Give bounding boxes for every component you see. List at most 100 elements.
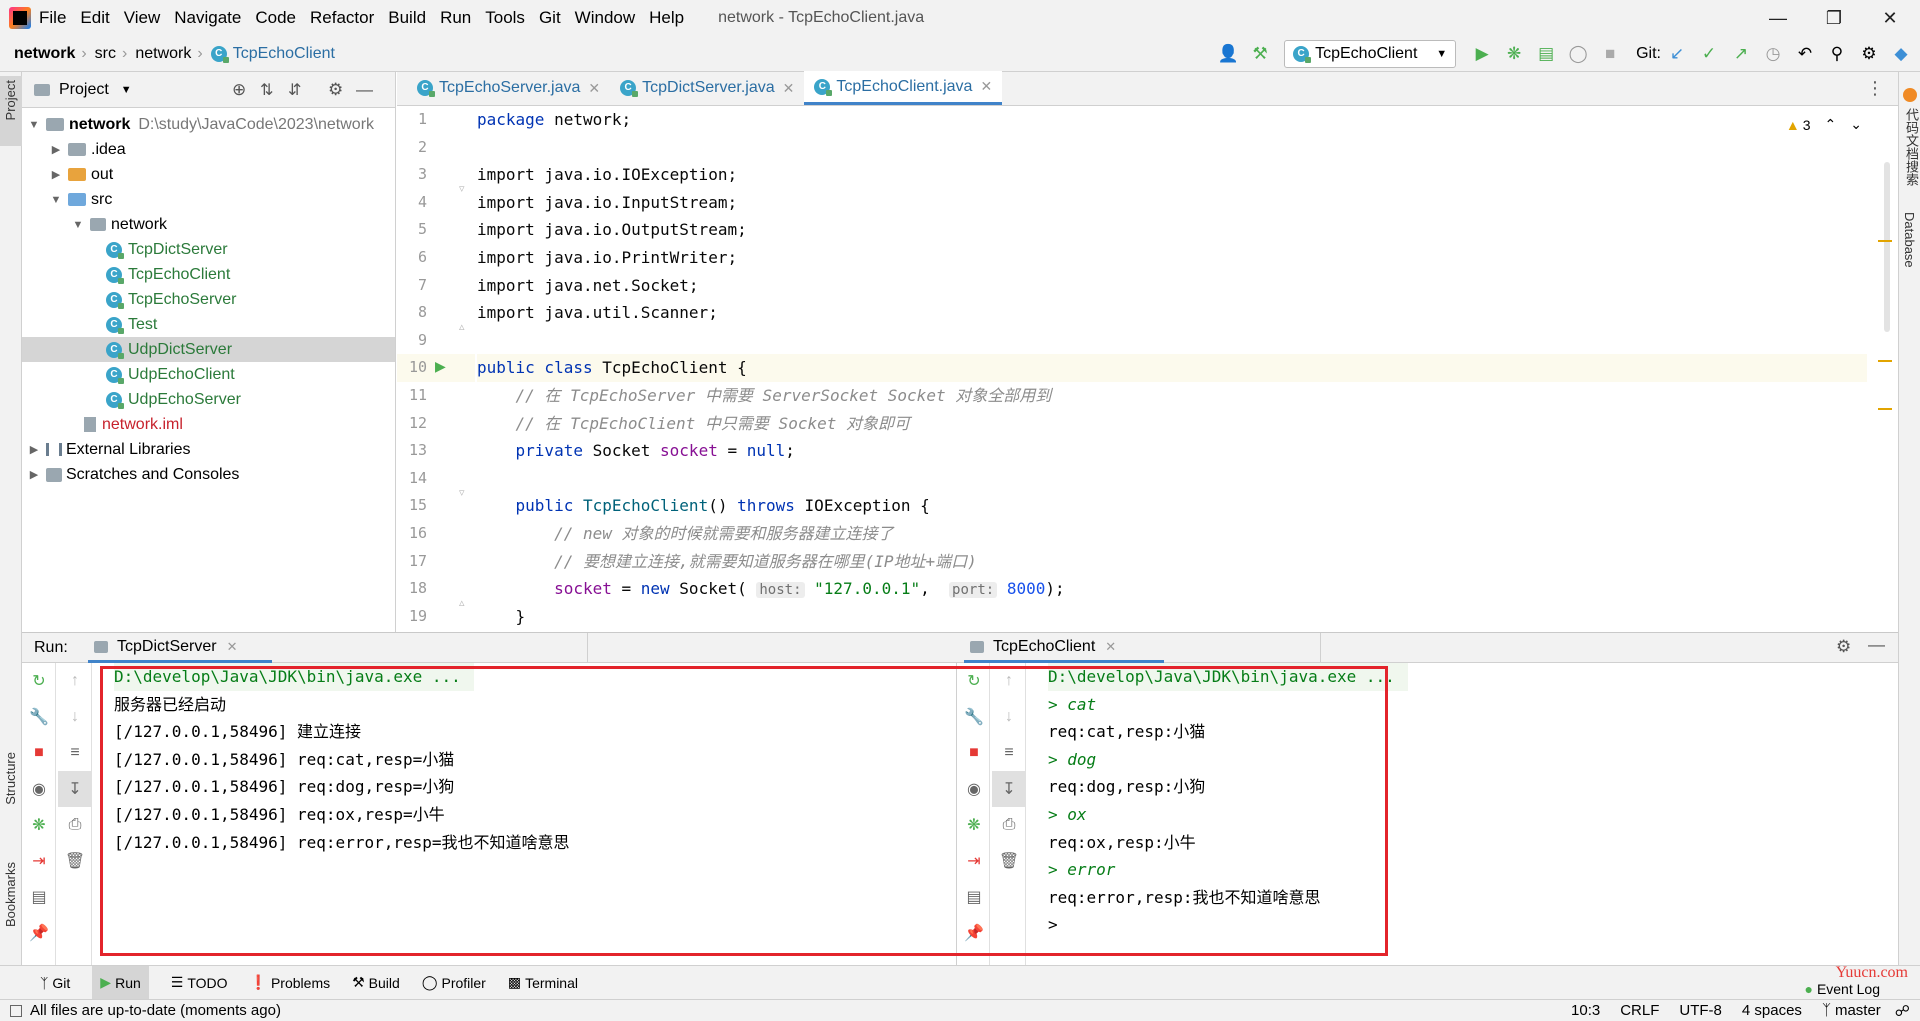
debug-icon[interactable]: ❋ xyxy=(1501,41,1527,67)
wrench-icon[interactable]: 🔧 xyxy=(22,699,56,735)
tree-item-scratches[interactable]: ▶ Scratches and Consoles xyxy=(22,462,395,487)
tool-tab-terminal[interactable]: ▩ Terminal xyxy=(508,974,578,991)
warning-marker[interactable] xyxy=(1878,240,1892,242)
git-rollback-icon[interactable]: ↶ xyxy=(1792,41,1818,67)
file-encoding[interactable]: UTF-8 xyxy=(1679,1002,1722,1019)
menu-tools[interactable]: Tools xyxy=(485,8,525,28)
warning-marker[interactable] xyxy=(1878,360,1892,362)
expand-all-icon[interactable]: ⇅ xyxy=(260,80,273,100)
tree-item-class[interactable]: C UdpEchoClient xyxy=(22,362,395,387)
debug-bug-icon[interactable]: ❋ xyxy=(22,807,56,843)
rerun-icon[interactable]: ↻ xyxy=(22,663,56,699)
line-separator[interactable]: CRLF xyxy=(1620,1002,1659,1019)
git-branch[interactable]: master xyxy=(1835,1002,1881,1019)
run-gutter-icon[interactable]: ▶ xyxy=(435,358,446,375)
status-message[interactable]: All files are up-to-date (moments ago) xyxy=(30,1002,281,1019)
hide-icon[interactable]: — xyxy=(1868,635,1885,655)
menu-edit[interactable]: Edit xyxy=(80,8,109,28)
event-log-button[interactable]: ● Event Log xyxy=(1804,981,1880,997)
run-icon[interactable]: ▶ xyxy=(1469,41,1495,67)
close-icon[interactable]: ✕ xyxy=(1862,0,1918,36)
project-view-title[interactable]: Project xyxy=(59,81,109,99)
bookmarks-tool-button[interactable]: Bookmarks xyxy=(3,862,18,927)
breadcrumb-project[interactable]: network xyxy=(14,45,75,63)
tool-tab-profiler[interactable]: ◯ Profiler xyxy=(422,974,486,991)
breadcrumb-src[interactable]: src xyxy=(95,45,116,63)
code-area[interactable]: package network; import java.io.IOExcept… xyxy=(477,106,1867,632)
caret-position[interactable]: 10:3 xyxy=(1571,1002,1600,1019)
soft-wrap-icon[interactable]: ≡ xyxy=(58,735,92,771)
chevron-down-icon[interactable]: ▼ xyxy=(70,219,86,231)
git-push-icon[interactable]: ↗ xyxy=(1728,41,1754,67)
menu-refactor[interactable]: Refactor xyxy=(310,8,374,28)
chevron-up-icon[interactable]: ⌃ xyxy=(1825,116,1837,133)
settings-gear-icon[interactable]: ⚙ xyxy=(1856,41,1882,67)
chevron-down-icon[interactable]: ⌄ xyxy=(1850,116,1862,133)
close-tab-icon[interactable]: ✕ xyxy=(783,80,795,97)
tab-tcp-echo-client[interactable]: C TcpEchoClient.java ✕ xyxy=(804,71,1003,105)
run-configuration-select[interactable]: C TcpEchoClient ▼ xyxy=(1284,39,1457,68)
user-icon[interactable]: 👤 xyxy=(1215,41,1241,67)
structure-tool-button[interactable]: Structure xyxy=(3,752,18,805)
menu-window[interactable]: Window xyxy=(575,8,635,28)
settings-gear-icon[interactable]: ⚙ xyxy=(1836,637,1851,657)
tab-tcp-echo-server[interactable]: C TcpEchoServer.java ✕ xyxy=(407,71,610,105)
menu-git[interactable]: Git xyxy=(539,8,561,28)
tree-item-src[interactable]: ▼ src xyxy=(22,187,395,212)
menu-help[interactable]: Help xyxy=(649,8,684,28)
arrow-down-icon[interactable]: ↓ xyxy=(58,699,92,735)
close-tab-icon[interactable]: ✕ xyxy=(980,78,992,95)
indent-setting[interactable]: 4 spaces xyxy=(1742,1002,1802,1019)
tree-item-class[interactable]: C TcpDictServer xyxy=(22,237,395,262)
menu-file[interactable]: File xyxy=(39,8,66,28)
close-tab-icon[interactable]: ✕ xyxy=(227,639,238,655)
chevron-right-icon[interactable]: ▶ xyxy=(26,443,42,456)
menu-navigate[interactable]: Navigate xyxy=(174,8,241,28)
close-tab-icon[interactable]: ✕ xyxy=(1105,639,1116,655)
status-toggle-icon[interactable] xyxy=(10,1004,22,1017)
menu-run[interactable]: Run xyxy=(440,8,471,28)
close-tab-icon[interactable]: ✕ xyxy=(588,80,600,97)
jetbrains-toolbox-icon[interactable]: ◆ xyxy=(1888,41,1914,67)
minimize-icon[interactable]: — xyxy=(1750,0,1806,36)
hide-icon[interactable]: — xyxy=(356,80,373,100)
chevron-down-icon[interactable]: ▼ xyxy=(26,119,42,131)
tool-tab-git[interactable]: ᛉ Git xyxy=(40,975,70,991)
chevron-right-icon[interactable]: ▶ xyxy=(48,143,64,156)
tree-item-class[interactable]: C Test xyxy=(22,312,395,337)
lock-icon[interactable]: ☍ xyxy=(1895,1002,1910,1020)
tree-item-root[interactable]: ▼ network D:\study\JavaCode\2023\network xyxy=(22,112,395,137)
options-gear-icon[interactable]: ⚙ xyxy=(328,80,343,100)
tool-tab-todo[interactable]: ☰ TODO xyxy=(171,974,228,991)
project-tool-button[interactable]: Project xyxy=(3,80,18,120)
stop-icon[interactable]: ■ xyxy=(1597,41,1623,67)
scroll-to-end-icon[interactable]: ↧ xyxy=(58,771,92,807)
chevron-down-icon[interactable]: ▼ xyxy=(48,194,64,206)
search-icon[interactable]: ⚲ xyxy=(1824,41,1850,67)
exit-icon[interactable]: ⇥ xyxy=(22,843,56,879)
tree-item-class[interactable]: C TcpEchoClient xyxy=(22,262,395,287)
tree-item-out[interactable]: ▶ out xyxy=(22,162,395,187)
build-hammer-icon[interactable]: ⚒ xyxy=(1247,41,1273,67)
fold-icon[interactable]: ▿ xyxy=(459,182,465,195)
menu-view[interactable]: View xyxy=(124,8,161,28)
trash-icon[interactable]: 🗑 xyxy=(58,843,92,879)
menu-build[interactable]: Build xyxy=(388,8,426,28)
coverage-icon[interactable]: ▤ xyxy=(1533,41,1559,67)
git-history-icon[interactable]: ◷ xyxy=(1760,41,1786,67)
arrow-up-icon[interactable]: ↑ xyxy=(58,663,92,699)
run-tab-tcp-echo-client[interactable]: TcpEchoClient ✕ xyxy=(964,633,1164,663)
tree-item-class[interactable]: C TcpEchoServer xyxy=(22,287,395,312)
breadcrumb-package[interactable]: network xyxy=(135,45,191,63)
database-tool-button[interactable]: Database xyxy=(1902,212,1917,268)
restore-icon[interactable]: ❐ xyxy=(1806,0,1862,36)
fold-icon[interactable]: ▵ xyxy=(459,320,465,333)
tree-item-external-libraries[interactable]: ▶ External Libraries xyxy=(22,437,395,462)
run-tab-tcp-dict-server[interactable]: TcpDictServer ✕ xyxy=(88,633,272,663)
menu-code[interactable]: Code xyxy=(255,8,296,28)
tree-item-class[interactable]: C UdpEchoServer xyxy=(22,387,395,412)
chevron-right-icon[interactable]: ▶ xyxy=(26,468,42,481)
tool-tab-run[interactable]: ▶ Run xyxy=(92,965,149,1000)
profile-icon[interactable]: ◯ xyxy=(1565,41,1591,67)
inspection-widget[interactable]: ▲ 3 ⌃ ⌄ xyxy=(1786,116,1862,133)
